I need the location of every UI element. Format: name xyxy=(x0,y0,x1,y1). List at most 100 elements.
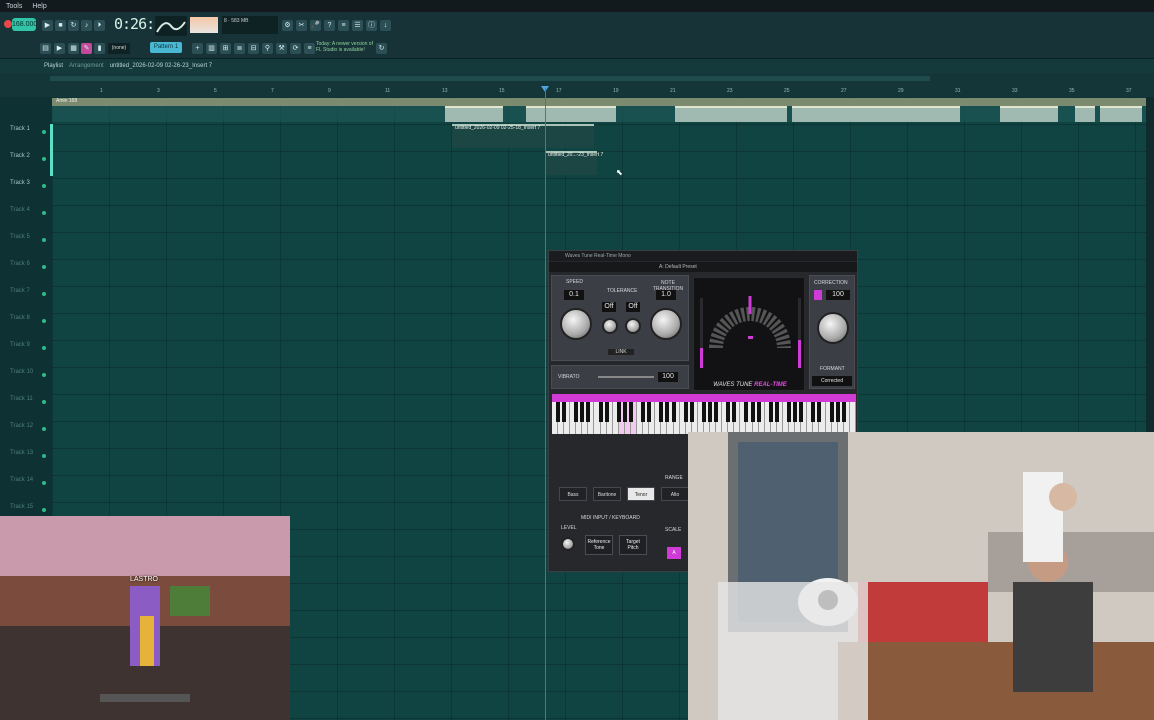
range-baritone-button[interactable]: Baritone xyxy=(593,487,621,501)
black-key[interactable] xyxy=(641,402,646,422)
range-bass-button[interactable]: Bass xyxy=(559,487,587,501)
black-key[interactable] xyxy=(768,402,773,422)
cut-icon[interactable]: ✂ xyxy=(296,20,307,31)
track-mute-led[interactable] xyxy=(42,130,46,134)
stop-icon[interactable]: ■ xyxy=(55,20,66,31)
level-knob[interactable] xyxy=(561,537,575,551)
play-icon[interactable]: ▶ xyxy=(42,20,53,31)
tools-icon[interactable]: ⚒ xyxy=(276,43,287,54)
brush-icon[interactable]: ▮ xyxy=(94,43,105,54)
track-header[interactable]: Track 5 xyxy=(10,234,30,240)
plugin-icon[interactable]: ☰ xyxy=(352,20,363,31)
correction-toggle[interactable] xyxy=(814,290,822,300)
piano-keyboard[interactable] xyxy=(552,394,856,434)
preset-name[interactable]: A: Default Preset xyxy=(659,262,697,272)
audio-clip-d[interactable] xyxy=(792,106,960,122)
track-mute-led[interactable] xyxy=(42,400,46,404)
note-transition-knob[interactable] xyxy=(650,308,682,340)
track-header[interactable]: Track 14 xyxy=(10,477,33,483)
black-key[interactable] xyxy=(659,402,664,422)
playlist-icon[interactable]: ▶ xyxy=(54,43,65,54)
loop-icon[interactable]: ↻ xyxy=(68,20,79,31)
pattern-selector[interactable]: Pattern 1 xyxy=(150,42,182,53)
black-key[interactable] xyxy=(628,402,633,422)
piano-roll-icon[interactable]: ▥ xyxy=(206,43,217,54)
black-key[interactable] xyxy=(708,402,712,422)
timeline-ruler[interactable] xyxy=(0,73,1154,97)
black-key[interactable] xyxy=(756,402,761,422)
black-key[interactable] xyxy=(562,402,567,422)
reference-tone-button[interactable]: Reference Tone xyxy=(585,535,613,555)
black-key[interactable] xyxy=(604,402,609,422)
black-key[interactable] xyxy=(647,402,652,422)
audio-clip-g[interactable] xyxy=(1100,106,1142,122)
track-mute-led[interactable] xyxy=(42,508,46,512)
speed-value[interactable]: 0.1 xyxy=(564,290,584,300)
audio-clip-c[interactable] xyxy=(675,106,787,122)
track-header[interactable]: Track 10 xyxy=(10,369,33,375)
black-key[interactable] xyxy=(586,402,591,422)
range-alto-button[interactable]: Alto xyxy=(661,487,689,501)
plugin-picker-icon[interactable]: ≣ xyxy=(234,43,245,54)
plugin-titlebar[interactable]: Waves Tune Real-Time Mono xyxy=(549,251,857,261)
white-key[interactable] xyxy=(850,402,856,434)
track-header[interactable]: Track 9 xyxy=(10,342,30,348)
black-key[interactable] xyxy=(598,402,603,422)
pencil-icon[interactable]: ✎ xyxy=(81,43,92,54)
help-icon[interactable]: ? xyxy=(324,20,335,31)
wait-icon[interactable]: ⏵ xyxy=(94,20,105,31)
track-mute-led[interactable] xyxy=(42,184,46,188)
channel-rack-icon[interactable]: ▦ xyxy=(68,43,79,54)
track-header[interactable]: Track 15 xyxy=(10,504,33,510)
black-key[interactable] xyxy=(829,402,834,422)
scale-key-button[interactable]: A xyxy=(667,547,681,559)
track-header[interactable]: Track 12 xyxy=(10,423,33,429)
news-icon[interactable]: ≡ xyxy=(304,43,315,54)
black-key[interactable] xyxy=(701,402,706,422)
track-mute-led[interactable] xyxy=(42,265,46,269)
info-icon[interactable]: ⓘ xyxy=(366,20,377,31)
target-pitch-button[interactable]: Target Pitch xyxy=(619,535,647,555)
black-key[interactable] xyxy=(793,402,798,422)
track-mute-led[interactable] xyxy=(42,427,46,431)
black-key[interactable] xyxy=(622,402,627,422)
range-tenor-button[interactable]: Tenor xyxy=(627,487,655,501)
black-key[interactable] xyxy=(817,402,822,422)
black-key[interactable] xyxy=(671,402,676,422)
news-message[interactable]: Today: A newer version of FL Studio is a… xyxy=(316,41,374,57)
touch-keyboard-icon[interactable]: ⊟ xyxy=(248,43,259,54)
note-transition-value[interactable]: 1.0 xyxy=(656,290,676,300)
black-key[interactable] xyxy=(835,402,840,422)
snap-select[interactable]: (none) xyxy=(108,43,130,54)
playlist-sub[interactable]: Arrangement xyxy=(69,63,104,69)
black-key[interactable] xyxy=(750,402,755,422)
black-key[interactable] xyxy=(580,402,585,422)
black-key[interactable] xyxy=(787,402,792,422)
black-key[interactable] xyxy=(799,402,804,422)
audio-clip-e[interactable] xyxy=(1000,106,1058,122)
black-key[interactable] xyxy=(732,402,737,422)
menu-help[interactable]: Help xyxy=(32,3,46,10)
track-mute-led[interactable] xyxy=(42,373,46,377)
black-key[interactable] xyxy=(841,402,846,422)
audio-clip-b[interactable] xyxy=(526,106,616,122)
correction-value[interactable]: 100 xyxy=(826,290,850,300)
tolerance-time-knob[interactable] xyxy=(625,318,641,334)
track-header[interactable]: Track 6 xyxy=(10,261,30,267)
tempo-display[interactable]: 168.000 xyxy=(12,18,37,31)
clip-amin[interactable] xyxy=(52,98,1146,106)
track-mute-led[interactable] xyxy=(42,292,46,296)
menu-tools[interactable]: Tools xyxy=(6,3,22,10)
horizontal-scrollbar[interactable] xyxy=(50,76,930,81)
speed-knob[interactable] xyxy=(560,308,592,340)
correction-knob[interactable] xyxy=(817,312,849,344)
sync-icon[interactable]: ⟳ xyxy=(290,43,301,54)
download-icon[interactable]: ↓ xyxy=(380,20,391,31)
track-header[interactable]: Track 8 xyxy=(10,315,30,321)
tolerance-cents-knob[interactable] xyxy=(602,318,618,334)
add-pattern-icon[interactable]: + xyxy=(192,43,203,54)
record-button[interactable] xyxy=(4,20,12,28)
track-header[interactable]: Track 1 xyxy=(10,126,30,132)
pin-icon[interactable]: ⚲ xyxy=(262,43,273,54)
track-mute-led[interactable] xyxy=(42,346,46,350)
